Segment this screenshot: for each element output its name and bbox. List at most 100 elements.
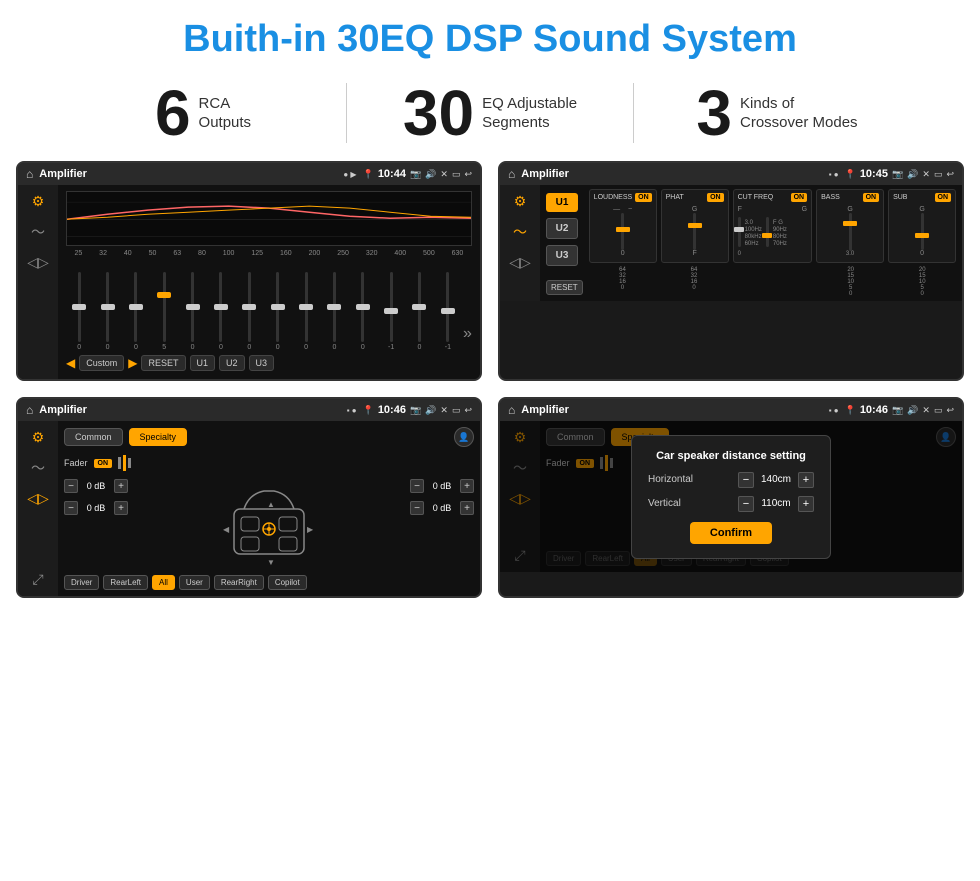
- db-control-1: − 0 dB +: [64, 479, 128, 493]
- driver-btn[interactable]: Driver: [64, 575, 99, 590]
- channel-bass: BASS ON G 3.0: [816, 189, 884, 263]
- channel-cutfreq: CUT FREQ ON FG 3.0100Hz: [733, 189, 813, 263]
- crossover-title: Amplifier: [521, 168, 822, 180]
- svg-text:▲: ▲: [267, 500, 275, 509]
- eq-slider-10[interactable]: 0: [321, 272, 347, 351]
- crossover-wave-icon[interactable]: 〜: [513, 222, 527, 242]
- eq-filter-icon[interactable]: ⚙: [32, 193, 45, 210]
- volume-icon: 🔊: [425, 169, 436, 180]
- close-icon-2: ✕: [922, 169, 930, 180]
- reset-btn[interactable]: RESET: [141, 355, 185, 371]
- car-diagram: ▲ ▼ ◀ ▶: [134, 479, 404, 569]
- db4-plus[interactable]: +: [460, 501, 474, 515]
- eq-slider-12[interactable]: -1: [378, 272, 404, 351]
- fader-on-badge[interactable]: ON: [94, 459, 113, 468]
- eq-slider-11[interactable]: 0: [350, 272, 376, 351]
- db1-plus[interactable]: +: [114, 479, 128, 493]
- phat-on[interactable]: ON: [707, 193, 724, 202]
- rearright-btn[interactable]: RearRight: [214, 575, 264, 590]
- copilot-btn[interactable]: Copilot: [268, 575, 307, 590]
- eq-slider-9[interactable]: 0: [293, 272, 319, 351]
- rearleft-btn[interactable]: RearLeft: [103, 575, 148, 590]
- cutfreq-on[interactable]: ON: [791, 193, 808, 202]
- eq-speaker-icon[interactable]: ◁▷: [27, 254, 49, 271]
- eq-chart: [66, 191, 472, 246]
- user-btn[interactable]: User: [179, 575, 210, 590]
- stat-eq: 30 EQ Adjustable Segments: [347, 81, 633, 145]
- loudness-on[interactable]: ON: [635, 193, 652, 202]
- horizontal-plus[interactable]: +: [798, 472, 814, 488]
- eq-slider-6[interactable]: 0: [208, 272, 234, 351]
- crossover-filter-icon[interactable]: ⚙: [514, 193, 527, 210]
- eq-slider-5[interactable]: 0: [179, 272, 205, 351]
- tab-specialty[interactable]: Specialty: [129, 428, 188, 446]
- minimize-icon: ▭: [452, 169, 461, 180]
- u2-btn[interactable]: U2: [219, 355, 245, 371]
- crossover-speaker-icon[interactable]: ◁▷: [509, 254, 531, 271]
- crossover-reset-btn[interactable]: RESET: [546, 280, 583, 295]
- eq-sidebar: ⚙ 〜 ◁▷: [18, 185, 58, 379]
- eq-slider-7[interactable]: 0: [236, 272, 262, 351]
- crossover-main: U1 U2 U3 RESET LOUDNESS ON: [540, 185, 962, 301]
- eq-slider-13[interactable]: 0: [406, 272, 432, 351]
- preset-u1[interactable]: U1: [546, 193, 578, 212]
- crossover-status-icons: 📍 10:45 📷 🔊 ✕ ▭ ↩: [845, 168, 954, 180]
- speaker-wave-icon[interactable]: 〜: [31, 458, 45, 478]
- speaker-vol-icon[interactable]: ◁▷: [27, 490, 49, 507]
- tab-common[interactable]: Common: [64, 428, 123, 446]
- vertical-minus[interactable]: −: [738, 496, 754, 512]
- prev-icon[interactable]: ◀: [66, 356, 75, 370]
- db1-minus[interactable]: −: [64, 479, 78, 493]
- speaker-btns-row: Driver RearLeft All User RearRight Copil…: [64, 575, 474, 590]
- bass-on[interactable]: ON: [863, 193, 880, 202]
- preset-u2[interactable]: U2: [546, 218, 578, 239]
- u3-btn[interactable]: U3: [249, 355, 275, 371]
- screen-eq: ⌂ Amplifier ● ▶ 📍 10:44 📷 🔊 ✕ ▭ ↩ ⚙ 〜 ◁▷: [16, 161, 482, 381]
- crossover-time: 10:45: [860, 168, 888, 180]
- speaker-filter-icon[interactable]: ⚙: [32, 429, 45, 446]
- u1-btn[interactable]: U1: [190, 355, 216, 371]
- minimize-icon-2: ▭: [934, 169, 943, 180]
- custom-btn[interactable]: Custom: [79, 355, 124, 371]
- dialog-title: Car speaker distance setting: [648, 450, 814, 462]
- vertical-plus[interactable]: +: [798, 496, 814, 512]
- db3-value: 0 dB: [428, 481, 456, 491]
- speaker-expand-icon[interactable]: ⤢: [32, 571, 43, 588]
- db3-minus[interactable]: −: [410, 479, 424, 493]
- eq-main-content: 2532405063 80100125160200 25032040050063…: [58, 185, 480, 379]
- eq-slider-8[interactable]: 0: [265, 272, 291, 351]
- eq-slider-1[interactable]: 0: [66, 272, 92, 351]
- volume-icon-4: 🔊: [907, 405, 918, 416]
- svg-text:◀: ◀: [223, 525, 230, 534]
- horizontal-minus[interactable]: −: [738, 472, 754, 488]
- eq-wave-icon[interactable]: 〜: [31, 222, 45, 242]
- camera-icon-2: 📷: [892, 169, 903, 180]
- db2-minus[interactable]: −: [64, 501, 78, 515]
- speaker-left-controls: − 0 dB + − 0 dB +: [64, 479, 128, 515]
- speaker-tabs: Common Specialty 👤: [64, 427, 474, 447]
- eq-expand-icon[interactable]: »: [463, 325, 472, 351]
- speaker-status-bar: ⌂ Amplifier ▪ ● 📍 10:46 📷 🔊 ✕ ▭ ↩: [18, 399, 480, 421]
- db2-plus[interactable]: +: [114, 501, 128, 515]
- sub-on[interactable]: ON: [935, 193, 952, 202]
- confirm-button[interactable]: Confirm: [690, 522, 772, 544]
- home-icon-3[interactable]: ⌂: [26, 403, 33, 417]
- eq-slider-2[interactable]: 0: [94, 272, 120, 351]
- home-icon-2[interactable]: ⌂: [508, 167, 515, 181]
- home-icon-4[interactable]: ⌂: [508, 403, 515, 417]
- all-btn[interactable]: All: [152, 575, 175, 590]
- db-control-2: − 0 dB +: [64, 501, 128, 515]
- preset-u3[interactable]: U3: [546, 245, 578, 266]
- eq-dot-icon: ● ▶: [343, 170, 356, 179]
- volume-icon-2: 🔊: [907, 169, 918, 180]
- close-icon-3: ✕: [440, 405, 448, 416]
- eq-slider-14[interactable]: -1: [435, 272, 461, 351]
- db3-plus[interactable]: +: [460, 479, 474, 493]
- home-icon[interactable]: ⌂: [26, 167, 33, 181]
- eq-slider-4[interactable]: 5: [151, 272, 177, 351]
- play-icon[interactable]: ▶: [128, 356, 137, 370]
- dialog-box: Car speaker distance setting Horizontal …: [631, 435, 831, 559]
- eq-slider-3[interactable]: 0: [123, 272, 149, 351]
- back-icon: ↩: [464, 169, 472, 180]
- db4-minus[interactable]: −: [410, 501, 424, 515]
